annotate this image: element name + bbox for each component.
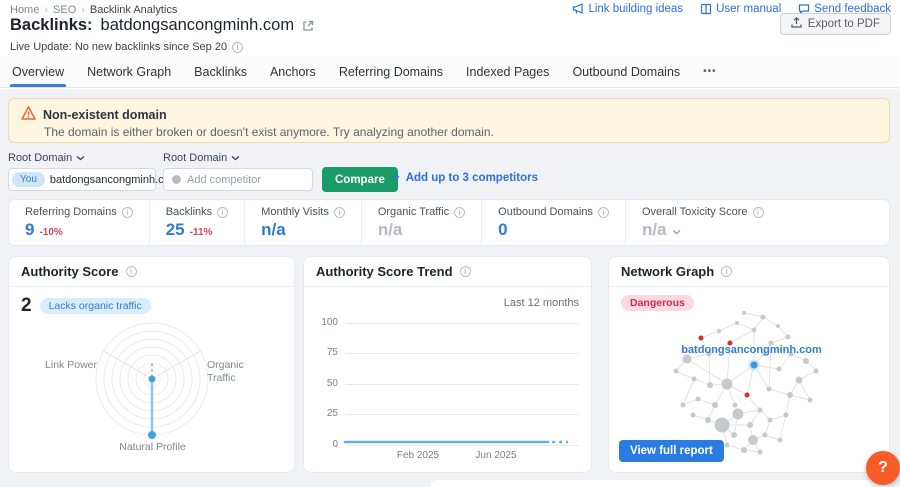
metric-change: -10% — [39, 227, 63, 238]
metric-change: -11% — [189, 227, 213, 238]
report-tabs: Overview Network Graph Backlinks Anchors… — [0, 56, 900, 88]
trend-title: Authority Score Trend — [316, 264, 453, 279]
live-update-info-icon[interactable] — [232, 41, 244, 53]
xtick-feb-2025: Feb 2025 — [396, 450, 440, 461]
network-graph-title: Network Graph — [621, 264, 715, 279]
compare-button[interactable]: Compare — [322, 167, 398, 192]
metric-value: 0 — [498, 220, 508, 239]
you-badge: You — [12, 172, 45, 187]
competitor-dot-icon — [172, 175, 181, 184]
tabs-more-button[interactable]: ••• — [703, 66, 717, 77]
authority-score-badge: Lacks organic traffic — [39, 298, 151, 314]
radar-axis-natural-profile: Natural Profile — [119, 441, 186, 453]
metric-outbound-domains: Outbound Domains 0 — [481, 200, 625, 245]
trend-line-chart: 100 75 50 25 0 Feb 2025 Jun 2025 — [316, 318, 579, 461]
chevron-down-icon[interactable] — [672, 229, 681, 235]
network-domain-label: batdongsancongminh.com — [681, 344, 822, 356]
warning-banner-title: Non-existent domain — [43, 107, 167, 122]
info-icon[interactable] — [217, 206, 229, 218]
breadcrumb-home[interactable]: Home — [10, 4, 48, 16]
tab-outbound-domains[interactable]: Outbound Domains — [572, 56, 680, 87]
competitor-domain-type-selector[interactable]: Root Domain — [163, 152, 240, 164]
chevron-down-icon — [76, 155, 85, 161]
export-to-pdf-button[interactable]: Export to PDF — [779, 13, 891, 35]
live-update-row: Live Update: No new backlinks since Sep … — [10, 41, 244, 53]
breadcrumb-backlink-analytics: Backlink Analytics — [89, 4, 178, 16]
network-graph-visualization — [673, 311, 819, 455]
info-icon[interactable] — [459, 266, 471, 277]
warning-banner-description: The domain is either broken or doesn't e… — [44, 125, 494, 139]
add-competitors-link[interactable]: Add up to 3 competitors — [393, 172, 538, 184]
external-link-icon[interactable] — [302, 20, 314, 32]
metric-organic-traffic: Organic Traffic n/a — [360, 200, 481, 245]
metric-monthly-visits: Monthly Visits n/a — [244, 200, 361, 245]
info-icon[interactable] — [121, 206, 133, 218]
help-button[interactable]: ? — [866, 451, 900, 485]
main-domain-value: batdongsancongminh.com — [49, 173, 179, 186]
add-competitor-input[interactable] — [187, 173, 304, 186]
xtick-jun-2025: Jun 2025 — [475, 450, 517, 461]
info-icon[interactable] — [333, 206, 345, 218]
main-domain-type-selector[interactable]: Root Domain — [8, 152, 85, 164]
link-building-ideas-link[interactable]: Link building ideas — [572, 3, 683, 15]
radar-axis-organic-traffic: Organic Traffic — [207, 359, 244, 384]
competitor-input-wrap — [163, 168, 313, 191]
metrics-summary-card: Referring Domains 9-10% Backlinks 25-11%… — [8, 199, 890, 246]
export-icon — [791, 16, 802, 31]
analyzed-domain-node — [748, 359, 760, 371]
metric-referring-domains: Referring Domains 9-10% — [9, 200, 149, 245]
info-icon[interactable] — [597, 206, 609, 218]
authority-score-title: Authority Score — [21, 264, 119, 279]
authority-score-card: Authority Score 2 Lacks organic traffic — [8, 256, 295, 473]
view-full-report-button[interactable]: View full report — [619, 440, 724, 462]
chevron-down-icon — [231, 155, 240, 161]
page-title: Backlinks: batdongsancongminh.com — [10, 16, 314, 35]
authority-score-trend-card: Authority Score Trend Last 12 months 100… — [303, 256, 592, 473]
radar-axis-link-power: Link Power — [45, 359, 97, 371]
info-icon[interactable] — [125, 266, 137, 277]
page-title-domain: batdongsancongminh.com — [100, 16, 295, 34]
metric-value: n/a — [641, 220, 667, 239]
main-domain-input[interactable]: You batdongsancongminh.com — [8, 168, 179, 191]
user-manual-link[interactable]: User manual — [700, 3, 781, 15]
network-graph-card: Network Graph Dangerous — [608, 256, 890, 473]
partial-next-card — [430, 480, 890, 487]
book-icon — [700, 3, 712, 15]
metric-backlinks: Backlinks 25-11% — [148, 200, 244, 245]
tab-anchors[interactable]: Anchors — [270, 56, 316, 87]
breadcrumb-seo[interactable]: SEO — [53, 4, 85, 16]
info-icon[interactable] — [721, 266, 733, 277]
metric-value: n/a — [377, 220, 403, 239]
main-content: Non-existent domain The domain is either… — [0, 89, 900, 487]
megaphone-icon — [572, 3, 584, 15]
metric-value: 9 — [25, 220, 35, 239]
page-title-prefix: Backlinks: — [10, 16, 93, 34]
tab-backlinks[interactable]: Backlinks — [194, 56, 247, 87]
warning-triangle-icon — [21, 106, 36, 123]
live-update-text: Live Update: No new backlinks since Sep … — [10, 41, 228, 53]
warning-banner: Non-existent domain The domain is either… — [8, 98, 890, 143]
tab-indexed-pages[interactable]: Indexed Pages — [466, 56, 549, 87]
metric-value: 25 — [165, 220, 185, 239]
page-header: Home SEO Backlink Analytics Link buildin… — [0, 0, 900, 56]
info-icon[interactable] — [752, 206, 764, 218]
metric-overall-toxicity-score: Overall Toxicity Score n/a — [624, 200, 780, 245]
tab-network-graph[interactable]: Network Graph — [87, 56, 171, 87]
trend-period-label: Last 12 months — [503, 297, 579, 309]
authority-score-radar-chart: Link Power Organic Traffic Natural Profi… — [21, 317, 284, 467]
trend-line-svg — [343, 440, 569, 444]
metric-value: n/a — [261, 220, 286, 239]
info-icon[interactable] — [454, 206, 466, 218]
breadcrumb: Home SEO Backlink Analytics — [10, 4, 177, 16]
authority-score-value: 2 — [21, 295, 32, 316]
tab-overview[interactable]: Overview — [9, 56, 67, 87]
tab-referring-domains[interactable]: Referring Domains — [339, 56, 443, 87]
